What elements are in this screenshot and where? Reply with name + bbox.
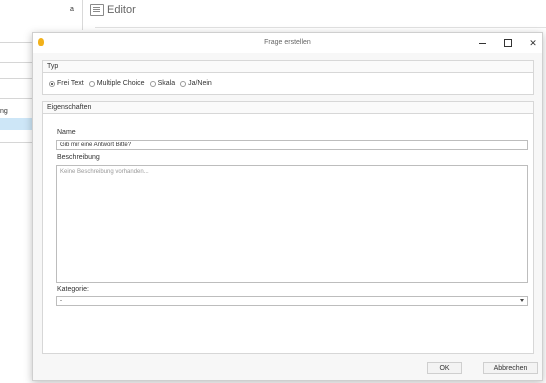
radio-frei-text[interactable]: Frei Text bbox=[49, 80, 84, 87]
kategorie-label: Kategorie: bbox=[57, 286, 89, 293]
dialog-title: Frage erstellen bbox=[264, 39, 311, 46]
typ-group: Typ Frei Text Multiple Choice Skala Ja/N… bbox=[42, 60, 534, 95]
radio-label: Skala bbox=[157, 80, 176, 87]
radio-skala[interactable]: Skala bbox=[149, 80, 176, 87]
beschreibung-textarea[interactable] bbox=[56, 165, 528, 283]
background-toolbar-letter: a bbox=[70, 6, 74, 13]
minimize-icon bbox=[478, 42, 486, 44]
background-divider bbox=[0, 142, 32, 143]
editor-tab[interactable]: Editor bbox=[90, 4, 136, 16]
background-divider bbox=[95, 27, 546, 28]
radio-circle-icon bbox=[149, 80, 156, 87]
radio-circle-icon bbox=[49, 80, 55, 87]
background-selected-row[interactable] bbox=[0, 118, 32, 130]
name-label: Name bbox=[57, 129, 76, 136]
radio-circle-icon bbox=[180, 80, 187, 87]
kategorie-value: - bbox=[60, 298, 62, 304]
eigenschaften-group-header: Eigenschaften bbox=[43, 102, 533, 114]
maximize-button[interactable] bbox=[499, 36, 517, 50]
name-input[interactable] bbox=[56, 140, 528, 150]
background-divider bbox=[0, 78, 32, 79]
background-separator bbox=[82, 0, 83, 30]
cancel-button[interactable]: Abbrechen bbox=[483, 362, 538, 374]
close-button[interactable]: ✕ bbox=[524, 36, 542, 50]
background-list-item[interactable]: ng bbox=[0, 108, 8, 115]
background-divider bbox=[0, 42, 32, 43]
maximize-icon bbox=[504, 39, 512, 47]
minimize-button[interactable] bbox=[473, 36, 491, 50]
radio-label: Ja/Nein bbox=[188, 80, 212, 87]
radio-label: Multiple Choice bbox=[96, 80, 145, 87]
radio-label: Frei Text bbox=[57, 80, 84, 87]
background-divider bbox=[0, 62, 32, 63]
dialog-titlebar[interactable]: Frage erstellen ✕ bbox=[33, 33, 542, 53]
close-icon: ✕ bbox=[529, 37, 537, 48]
typ-group-header: Typ bbox=[43, 61, 533, 73]
frage-erstellen-dialog: Frage erstellen ✕ Typ Frei Text Multiple… bbox=[32, 32, 543, 381]
chevron-down-icon bbox=[520, 299, 524, 302]
beschreibung-label: Beschreibung bbox=[57, 154, 100, 161]
editor-label: Editor bbox=[107, 4, 136, 16]
ok-button[interactable]: OK bbox=[427, 362, 462, 374]
eigenschaften-group: Eigenschaften Name Beschreibung Kategori… bbox=[42, 101, 534, 354]
typ-radio-group: Frei Text Multiple Choice Skala Ja/Nein bbox=[49, 80, 212, 87]
kategorie-select[interactable]: - bbox=[56, 296, 528, 306]
radio-multiple-choice[interactable]: Multiple Choice bbox=[88, 80, 145, 87]
radio-circle-icon bbox=[88, 80, 95, 87]
radio-ja-nein[interactable]: Ja/Nein bbox=[180, 80, 212, 87]
editor-icon bbox=[90, 4, 104, 16]
background-divider bbox=[0, 98, 32, 99]
